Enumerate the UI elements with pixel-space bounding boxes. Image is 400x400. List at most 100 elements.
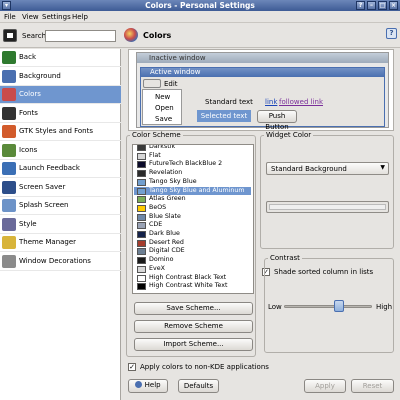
maximize-icon[interactable]: □	[378, 1, 387, 10]
sidebar-item-fonts[interactable]: Fonts	[0, 105, 121, 123]
scheme-name: Atlas Green	[149, 195, 186, 203]
style-icon	[2, 217, 16, 231]
sidebar-item-back[interactable]: Back	[0, 49, 121, 67]
sidebar-item-icons[interactable]: Icons	[0, 142, 121, 160]
import-scheme-button[interactable]: Import Scheme...	[134, 338, 253, 351]
menu-help[interactable]: Help	[72, 13, 88, 21]
remove-scheme-button[interactable]: Remove Scheme	[134, 320, 253, 333]
contrast-slider-track[interactable]	[284, 305, 372, 308]
minimize-icon[interactable]: –	[367, 1, 376, 10]
color-button[interactable]	[266, 201, 389, 213]
color-scheme-item[interactable]: Flat	[134, 152, 251, 160]
color-scheme-item[interactable]: Blue Slate	[134, 213, 251, 221]
reset-button[interactable]: Reset	[351, 379, 394, 393]
help-icon[interactable]: ?	[356, 1, 365, 10]
scheme-name: Desert Red	[149, 238, 184, 246]
back-icon	[2, 51, 16, 64]
color-scheme-item[interactable]: Digital CDE	[134, 247, 251, 256]
color-scheme-item[interactable]: Darkstik	[134, 145, 251, 151]
color-scheme-item[interactable]: Domino	[134, 256, 251, 265]
widget-color-select[interactable]: Standard Background ▼	[266, 162, 389, 175]
color-scheme-item[interactable]: Tango Sky Blue	[134, 178, 251, 186]
sidebar-item-screen-saver[interactable]: Screen Saver	[0, 179, 121, 197]
sidebar-item-theme-manager[interactable]: Theme Manager	[0, 234, 121, 252]
sidebar-item-label: Style	[19, 219, 37, 228]
sidebar-item-label: Fonts	[19, 108, 38, 117]
color-scheme-item[interactable]: Desert Red	[134, 239, 251, 247]
menu-view[interactable]: View	[22, 13, 39, 21]
sidebar-item-label: Back	[19, 53, 36, 61]
color-scheme-list[interactable]: Darkstik Flat FutureTech BlackBlue 2 Revela…	[132, 144, 254, 294]
widget-color-group	[260, 135, 394, 249]
scheme-swatch	[137, 274, 146, 282]
inactive-titlebar: Inactive window	[137, 53, 388, 63]
menu-settings[interactable]: Settings	[42, 13, 71, 21]
scheme-swatch	[137, 231, 146, 238]
color-swatch	[269, 204, 386, 210]
scheme-name: Revelation	[149, 169, 183, 177]
sidebar: Back Background Colors Fonts GTK Styles and …	[0, 49, 121, 400]
close-icon[interactable]: ×	[389, 1, 398, 10]
apply-button[interactable]: Apply	[304, 379, 346, 393]
sidebar-item-label: Icons	[19, 145, 38, 154]
scheme-name: Digital CDE	[149, 247, 185, 255]
preview-menu-box	[143, 79, 161, 88]
contrast-label: Contrast	[268, 254, 302, 262]
color-scheme-item[interactable]: Dark Blue	[134, 230, 251, 238]
color-scheme-item[interactable]: Revelation	[134, 169, 251, 178]
color-scheme-item[interactable]: Tango Sky Blue and Aluminum	[134, 186, 251, 195]
color-scheme-item[interactable]: BeOS	[134, 204, 251, 212]
apply-non-kde-label: Apply colors to non-KDE applications	[140, 363, 269, 371]
apply-non-kde-checkbox[interactable]: ✓	[128, 363, 136, 371]
inactive-title: Inactive window	[149, 54, 206, 62]
contrast-slider-thumb[interactable]	[333, 300, 344, 312]
window-titlebar[interactable]: ▾ Colors - Personal Settings ? – □ ×	[0, 0, 400, 11]
widget-color-value: Standard Background	[271, 165, 347, 173]
help-button[interactable]: Help	[128, 379, 168, 393]
preview-followed-link: followed link	[279, 98, 323, 106]
scheme-name: Tango Sky Blue	[149, 177, 197, 185]
sidebar-item-label: GTK Styles and Fonts	[19, 127, 94, 135]
sidebar-item-background[interactable]: Background	[0, 68, 121, 86]
preview-link: link	[265, 98, 278, 106]
scheme-name: Domino	[149, 256, 174, 264]
scheme-name: BeOS	[149, 203, 167, 211]
color-scheme-label: Color Scheme	[130, 131, 183, 139]
scheme-swatch	[137, 204, 146, 212]
search-input[interactable]	[45, 30, 116, 42]
launch-feedback-icon	[2, 162, 16, 175]
defaults-button[interactable]: Defaults	[178, 379, 219, 393]
color-scheme-item[interactable]: High Contrast Black Text	[134, 274, 251, 282]
help-button-label: Help	[144, 381, 161, 389]
popup-item-open: Open	[155, 104, 174, 112]
scheme-swatch	[137, 239, 146, 247]
help-circle-icon	[135, 381, 143, 388]
clear-search-icon[interactable]	[3, 29, 17, 42]
scheme-swatch	[137, 152, 146, 160]
color-scheme-item[interactable]: High Contrast White Text	[134, 282, 251, 291]
preview-popup-menu: New Open Save	[142, 89, 182, 125]
color-scheme-item[interactable]: CDE	[134, 221, 251, 230]
scheme-swatch	[137, 213, 146, 221]
scheme-swatch	[137, 257, 146, 265]
colors-icon	[2, 88, 16, 101]
sidebar-item-style[interactable]: Style	[0, 216, 121, 234]
toolbar: Search: Colors ?	[0, 24, 400, 48]
sidebar-item-gtk-styles-and-fonts[interactable]: GTK Styles and Fonts	[0, 123, 121, 141]
scheme-swatch	[137, 187, 146, 195]
sidebar-item-window-decorations[interactable]: Window Decorations	[0, 253, 121, 271]
color-scheme-item[interactable]: FutureTech BlackBlue 2	[134, 160, 251, 169]
standard-text: Standard text	[205, 98, 253, 106]
scheme-swatch	[137, 222, 146, 230]
scheme-name: Dark Blue	[149, 230, 180, 237]
color-scheme-item[interactable]: Atlas Green	[134, 195, 251, 204]
color-scheme-item[interactable]: EveX	[134, 265, 251, 273]
menu-file[interactable]: File	[4, 13, 16, 21]
sidebar-item-splash-screen[interactable]: Splash Screen	[0, 197, 121, 215]
sidebar-item-launch-feedback[interactable]: Launch Feedback	[0, 160, 121, 178]
save-scheme-button[interactable]: Save Scheme...	[134, 302, 253, 315]
sidebar-item-colors[interactable]: Colors	[0, 86, 121, 104]
scheme-swatch	[137, 170, 146, 178]
whats-this-icon[interactable]: ?	[386, 28, 397, 39]
gtk-styles-and-fonts-icon	[2, 125, 16, 138]
